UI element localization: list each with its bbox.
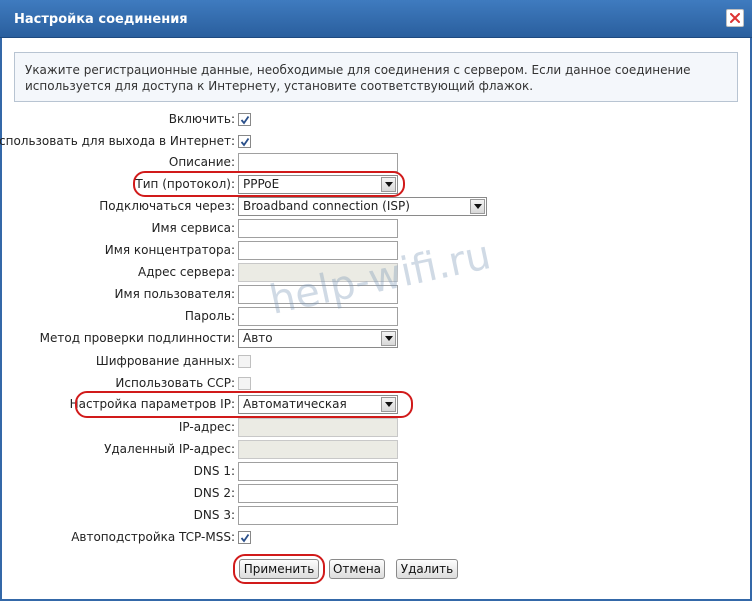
dropdown-arrow[interactable] [381,177,396,192]
dropdown-arrow[interactable] [381,397,396,412]
password-label: Пароль: [184,309,235,323]
row-enable: Включить: [0,110,752,128]
tcp-mss-label: Автоподстройка TCP-MSS: [71,530,235,544]
server-address-input [238,263,398,282]
row-ip-settings: Настройка параметров IP: Автоматическая [0,395,752,414]
use-ccp-checkbox[interactable] [238,377,251,390]
chevron-down-icon [384,402,393,407]
checkmark-icon [240,115,249,124]
protocol-label: Тип (протокол): [135,177,235,191]
row-description: Описание: [0,153,752,172]
row-encryption: Шифрование данных: [0,352,752,370]
connect-via-label: Подключаться через: [99,199,235,213]
use-internet-checkbox[interactable] [238,135,251,148]
dns2-input[interactable] [238,484,398,503]
checkmark-icon [240,533,249,542]
row-server-address: Адрес сервера: [0,263,752,282]
dns2-label: DNS 2: [193,486,235,500]
ip-address-label: IP-адрес: [178,420,235,434]
window-title: Настройка соединения [14,12,188,27]
row-dns1: DNS 1: [0,462,752,481]
encryption-label: Шифрование данных: [95,354,235,368]
row-concentrator-name: Имя концентратора: [0,241,752,260]
dns1-label: DNS 1: [193,464,235,478]
password-input[interactable] [238,307,398,326]
row-dns2: DNS 2: [0,484,752,503]
dns3-label: DNS 3: [193,508,235,522]
remote-ip-input [238,440,398,459]
auth-method-value: Авто [243,331,273,345]
row-connect-via: Подключаться через: Broadband connection… [0,197,752,216]
close-button[interactable] [726,9,744,27]
row-ip-address: IP-адрес: [0,418,752,437]
connect-via-value: Broadband connection (ISP) [243,199,410,213]
ip-settings-label: Настройка параметров IP: [69,397,235,411]
enable-checkbox[interactable] [238,113,251,126]
auth-method-label: Метод проверки подлинности: [39,331,235,345]
row-tcp-mss: Автоподстройка TCP-MSS: [0,528,752,546]
row-auth-method: Метод проверки подлинности: Авто [0,329,752,348]
chevron-down-icon [384,182,393,187]
service-name-input[interactable] [238,219,398,238]
delete-button[interactable]: Удалить [396,559,458,579]
description-label: Описание: [168,155,235,169]
row-password: Пароль: [0,307,752,326]
chevron-down-icon [384,336,393,341]
username-input[interactable] [238,285,398,304]
protocol-select[interactable]: PPPoE [238,175,398,194]
concentrator-name-input[interactable] [238,241,398,260]
close-icon [730,13,740,23]
row-username: Имя пользователя: [0,285,752,304]
row-protocol: Тип (протокол): PPPoE [0,175,752,194]
cancel-button[interactable]: Отмена [329,559,385,579]
encryption-checkbox[interactable] [238,355,251,368]
chevron-down-icon [473,204,482,209]
window-titlebar: Настройка соединения [0,0,752,38]
server-address-label: Адрес сервера: [138,265,235,279]
use-ccp-label: Использовать CCP: [115,376,235,390]
checkmark-icon [240,137,249,146]
ip-settings-select[interactable]: Автоматическая [238,395,398,414]
row-dns3: DNS 3: [0,506,752,525]
dropdown-arrow[interactable] [470,199,485,214]
remote-ip-label: Удаленный IP-адрес: [104,442,235,456]
dns3-input[interactable] [238,506,398,525]
row-use-internet: Использовать для выхода в Интернет: [0,132,752,150]
info-box: Укажите регистрационные данные, необходи… [14,52,738,102]
enable-label: Включить: [168,112,235,126]
service-name-label: Имя сервиса: [151,221,235,235]
description-input[interactable] [238,153,398,172]
row-use-ccp: Использовать CCP: [0,374,752,392]
username-label: Имя пользователя: [114,287,235,301]
connect-via-select[interactable]: Broadband connection (ISP) [238,197,487,216]
row-service-name: Имя сервиса: [0,219,752,238]
apply-button[interactable]: Применить [239,559,319,579]
dropdown-arrow[interactable] [381,331,396,346]
ip-address-input [238,418,398,437]
tcp-mss-checkbox[interactable] [238,531,251,544]
auth-method-select[interactable]: Авто [238,329,398,348]
dns1-input[interactable] [238,462,398,481]
protocol-value: PPPoE [243,177,280,191]
row-remote-ip: Удаленный IP-адрес: [0,440,752,459]
use-internet-label: Использовать для выхода в Интернет: [0,134,235,148]
ip-settings-value: Автоматическая [243,397,347,411]
concentrator-name-label: Имя концентратора: [104,243,235,257]
